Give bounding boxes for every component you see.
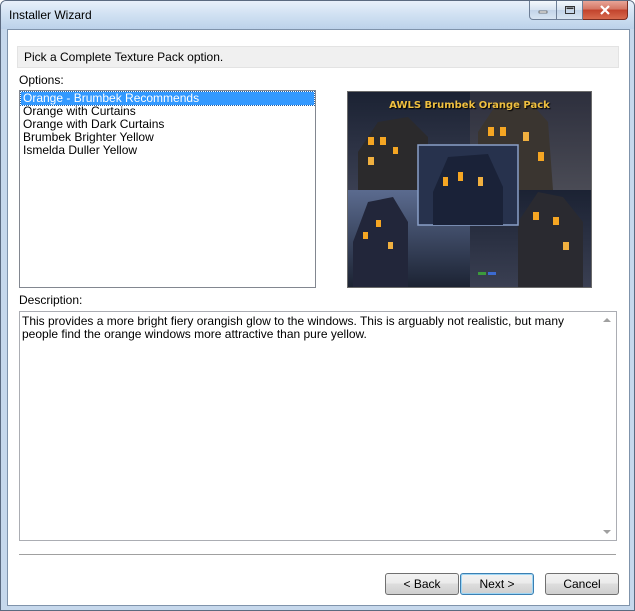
preview-collage xyxy=(348,92,591,287)
description-label: Description: xyxy=(19,293,83,307)
title-bar[interactable]: Installer Wizard xyxy=(1,1,634,29)
close-button[interactable] xyxy=(583,1,628,20)
next-button[interactable]: Next > xyxy=(460,573,534,595)
scroll-up-arrow-icon[interactable] xyxy=(603,318,611,322)
maximize-icon xyxy=(564,6,575,14)
options-listbox[interactable]: Orange - Brumbek Recommends Orange with … xyxy=(19,90,316,288)
caption-buttons xyxy=(529,1,628,21)
minimize-button[interactable] xyxy=(529,1,557,20)
wizard-client-area: Pick a Complete Texture Pack option. Opt… xyxy=(7,29,630,606)
cancel-button[interactable]: Cancel xyxy=(545,573,619,595)
close-icon xyxy=(600,5,610,15)
description-text: This provides a more bright fiery orangi… xyxy=(22,314,565,341)
scroll-down-arrow-icon[interactable] xyxy=(603,530,611,534)
preview-caption: AWLS Brumbek Orange Pack xyxy=(389,100,550,111)
maximize-button[interactable] xyxy=(557,1,583,20)
description-scrollbar[interactable] xyxy=(599,312,616,540)
options-label: Options: xyxy=(19,73,64,87)
button-separator xyxy=(19,554,616,556)
window-title: Installer Wizard xyxy=(9,8,92,22)
instruction-banner: Pick a Complete Texture Pack option. xyxy=(17,46,619,68)
installer-wizard-window: Installer Wizard Pick a Complete Texture… xyxy=(0,0,635,611)
minimize-icon xyxy=(538,10,548,14)
back-button[interactable]: < Back xyxy=(385,573,459,595)
description-textarea[interactable]: This provides a more bright fiery orangi… xyxy=(19,311,617,541)
option-item[interactable]: Ismelda Duller Yellow xyxy=(21,144,314,157)
texture-pack-preview-image: AWLS Brumbek Orange Pack xyxy=(347,91,592,288)
instruction-text: Pick a Complete Texture Pack option. xyxy=(24,50,224,64)
